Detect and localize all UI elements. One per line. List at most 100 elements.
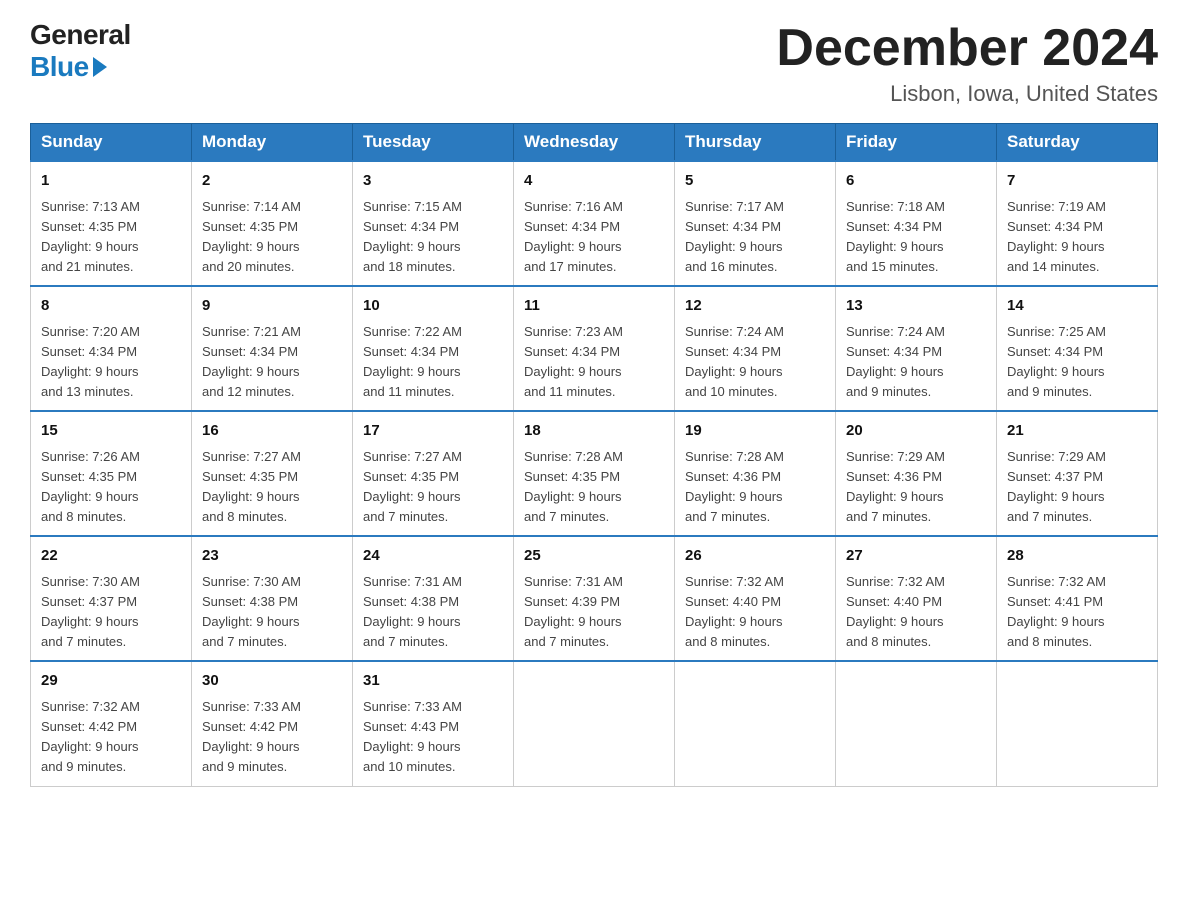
day-info: Sunrise: 7:16 AMSunset: 4:34 PMDaylight:…	[524, 197, 664, 278]
day-number: 21	[1007, 420, 1147, 443]
calendar-cell: 15Sunrise: 7:26 AMSunset: 4:35 PMDayligh…	[31, 411, 192, 536]
calendar-cell: 3Sunrise: 7:15 AMSunset: 4:34 PMDaylight…	[353, 161, 514, 286]
calendar-cell: 30Sunrise: 7:33 AMSunset: 4:42 PMDayligh…	[192, 661, 353, 786]
calendar-cell: 21 Sunrise: 7:29 AMSunset: 4:37 PMDayligh…	[997, 411, 1158, 536]
day-info: Sunrise: 7:21 AMSunset: 4:34 PMDaylight:…	[202, 322, 342, 403]
day-number: 17	[363, 420, 503, 443]
calendar-cell: 28Sunrise: 7:32 AMSunset: 4:41 PMDayligh…	[997, 536, 1158, 661]
day-info: Sunrise: 7:32 AMSunset: 4:40 PMDaylight:…	[846, 572, 986, 653]
calendar-cell: 12 Sunrise: 7:24 AMSunset: 4:34 PMDayligh…	[675, 286, 836, 411]
calendar-cell: 17 Sunrise: 7:27 AMSunset: 4:35 PMDayligh…	[353, 411, 514, 536]
day-info: Sunrise: 7:33 AMSunset: 4:43 PMDaylight:…	[363, 697, 503, 778]
day-number: 26	[685, 545, 825, 568]
calendar-week-3: 15Sunrise: 7:26 AMSunset: 4:35 PMDayligh…	[31, 411, 1158, 536]
calendar-cell: 5 Sunrise: 7:17 AMSunset: 4:34 PMDaylight…	[675, 161, 836, 286]
day-info: Sunrise: 7:27 AMSunset: 4:35 PMDaylight:…	[363, 447, 503, 528]
calendar-cell: 10Sunrise: 7:22 AMSunset: 4:34 PMDayligh…	[353, 286, 514, 411]
logo-general-text: General	[30, 20, 131, 51]
logo-blue-text: Blue	[30, 51, 89, 83]
day-info: Sunrise: 7:20 AMSunset: 4:34 PMDaylight:…	[41, 322, 181, 403]
day-number: 31	[363, 670, 503, 693]
header-thursday: Thursday	[675, 124, 836, 162]
calendar-week-4: 22 Sunrise: 7:30 AMSunset: 4:37 PMDayligh…	[31, 536, 1158, 661]
calendar-cell: 20Sunrise: 7:29 AMSunset: 4:36 PMDayligh…	[836, 411, 997, 536]
calendar-cell: 26 Sunrise: 7:32 AMSunset: 4:40 PMDayligh…	[675, 536, 836, 661]
calendar-cell: 14Sunrise: 7:25 AMSunset: 4:34 PMDayligh…	[997, 286, 1158, 411]
calendar-cell: 29 Sunrise: 7:32 AMSunset: 4:42 PMDayligh…	[31, 661, 192, 786]
day-number: 24	[363, 545, 503, 568]
day-info: Sunrise: 7:28 AMSunset: 4:36 PMDaylight:…	[685, 447, 825, 528]
calendar-week-1: 1Sunrise: 7:13 AMSunset: 4:35 PMDaylight…	[31, 161, 1158, 286]
calendar-cell: 27 Sunrise: 7:32 AMSunset: 4:40 PMDayligh…	[836, 536, 997, 661]
day-number: 16	[202, 420, 342, 443]
calendar-cell: 11Sunrise: 7:23 AMSunset: 4:34 PMDayligh…	[514, 286, 675, 411]
day-info: Sunrise: 7:32 AMSunset: 4:42 PMDaylight:…	[41, 697, 181, 778]
day-number: 27	[846, 545, 986, 568]
day-info: Sunrise: 7:30 AMSunset: 4:38 PMDaylight:…	[202, 572, 342, 653]
day-number: 5	[685, 170, 825, 193]
calendar-cell: 4 Sunrise: 7:16 AMSunset: 4:34 PMDaylight…	[514, 161, 675, 286]
location-title: Lisbon, Iowa, United States	[776, 81, 1158, 107]
day-info: Sunrise: 7:17 AMSunset: 4:34 PMDaylight:…	[685, 197, 825, 278]
day-number: 4	[524, 170, 664, 193]
day-number: 8	[41, 295, 181, 318]
day-number: 7	[1007, 170, 1147, 193]
day-number: 12	[685, 295, 825, 318]
logo: General Blue	[30, 20, 131, 83]
day-info: Sunrise: 7:31 AMSunset: 4:38 PMDaylight:…	[363, 572, 503, 653]
day-info: Sunrise: 7:19 AMSunset: 4:34 PMDaylight:…	[1007, 197, 1147, 278]
header-saturday: Saturday	[997, 124, 1158, 162]
calendar-cell: 31 Sunrise: 7:33 AMSunset: 4:43 PMDayligh…	[353, 661, 514, 786]
day-info: Sunrise: 7:31 AMSunset: 4:39 PMDaylight:…	[524, 572, 664, 653]
day-number: 6	[846, 170, 986, 193]
calendar-cell: 6 Sunrise: 7:18 AMSunset: 4:34 PMDaylight…	[836, 161, 997, 286]
day-number: 18	[524, 420, 664, 443]
logo-blue-row: Blue	[30, 51, 107, 83]
day-number: 29	[41, 670, 181, 693]
day-number: 15	[41, 420, 181, 443]
day-number: 9	[202, 295, 342, 318]
day-info: Sunrise: 7:18 AMSunset: 4:34 PMDaylight:…	[846, 197, 986, 278]
day-number: 25	[524, 545, 664, 568]
day-number: 3	[363, 170, 503, 193]
day-info: Sunrise: 7:32 AMSunset: 4:41 PMDaylight:…	[1007, 572, 1147, 653]
day-number: 23	[202, 545, 342, 568]
calendar-cell: 23 Sunrise: 7:30 AMSunset: 4:38 PMDayligh…	[192, 536, 353, 661]
day-number: 22	[41, 545, 181, 568]
day-number: 2	[202, 170, 342, 193]
header-wednesday: Wednesday	[514, 124, 675, 162]
day-number: 14	[1007, 295, 1147, 318]
page-header: General Blue December 2024 Lisbon, Iowa,…	[30, 20, 1158, 107]
day-info: Sunrise: 7:29 AMSunset: 4:37 PMDaylight:…	[1007, 447, 1147, 528]
calendar-cell: 7 Sunrise: 7:19 AMSunset: 4:34 PMDaylight…	[997, 161, 1158, 286]
calendar-cell: 25 Sunrise: 7:31 AMSunset: 4:39 PMDayligh…	[514, 536, 675, 661]
calendar-cell: 13Sunrise: 7:24 AMSunset: 4:34 PMDayligh…	[836, 286, 997, 411]
calendar-cell	[997, 661, 1158, 786]
day-number: 13	[846, 295, 986, 318]
calendar-cell	[675, 661, 836, 786]
day-number: 30	[202, 670, 342, 693]
header-row: Sunday Monday Tuesday Wednesday Thursday…	[31, 124, 1158, 162]
day-info: Sunrise: 7:13 AMSunset: 4:35 PMDaylight:…	[41, 197, 181, 278]
calendar-week-5: 29 Sunrise: 7:32 AMSunset: 4:42 PMDayligh…	[31, 661, 1158, 786]
calendar-cell: 22 Sunrise: 7:30 AMSunset: 4:37 PMDayligh…	[31, 536, 192, 661]
day-info: Sunrise: 7:14 AMSunset: 4:35 PMDaylight:…	[202, 197, 342, 278]
header-sunday: Sunday	[31, 124, 192, 162]
calendar-cell: 8 Sunrise: 7:20 AMSunset: 4:34 PMDaylight…	[31, 286, 192, 411]
day-info: Sunrise: 7:23 AMSunset: 4:34 PMDaylight:…	[524, 322, 664, 403]
calendar-cell: 9 Sunrise: 7:21 AMSunset: 4:34 PMDaylight…	[192, 286, 353, 411]
day-info: Sunrise: 7:24 AMSunset: 4:34 PMDaylight:…	[685, 322, 825, 403]
day-info: Sunrise: 7:30 AMSunset: 4:37 PMDaylight:…	[41, 572, 181, 653]
day-info: Sunrise: 7:32 AMSunset: 4:40 PMDaylight:…	[685, 572, 825, 653]
day-info: Sunrise: 7:27 AMSunset: 4:35 PMDaylight:…	[202, 447, 342, 528]
title-block: December 2024 Lisbon, Iowa, United State…	[776, 20, 1158, 107]
day-info: Sunrise: 7:22 AMSunset: 4:34 PMDaylight:…	[363, 322, 503, 403]
calendar-body: 1Sunrise: 7:13 AMSunset: 4:35 PMDaylight…	[31, 161, 1158, 786]
calendar-table: Sunday Monday Tuesday Wednesday Thursday…	[30, 123, 1158, 786]
calendar-cell: 24 Sunrise: 7:31 AMSunset: 4:38 PMDayligh…	[353, 536, 514, 661]
header-tuesday: Tuesday	[353, 124, 514, 162]
calendar-week-2: 8 Sunrise: 7:20 AMSunset: 4:34 PMDaylight…	[31, 286, 1158, 411]
header-monday: Monday	[192, 124, 353, 162]
header-friday: Friday	[836, 124, 997, 162]
calendar-cell: 1Sunrise: 7:13 AMSunset: 4:35 PMDaylight…	[31, 161, 192, 286]
